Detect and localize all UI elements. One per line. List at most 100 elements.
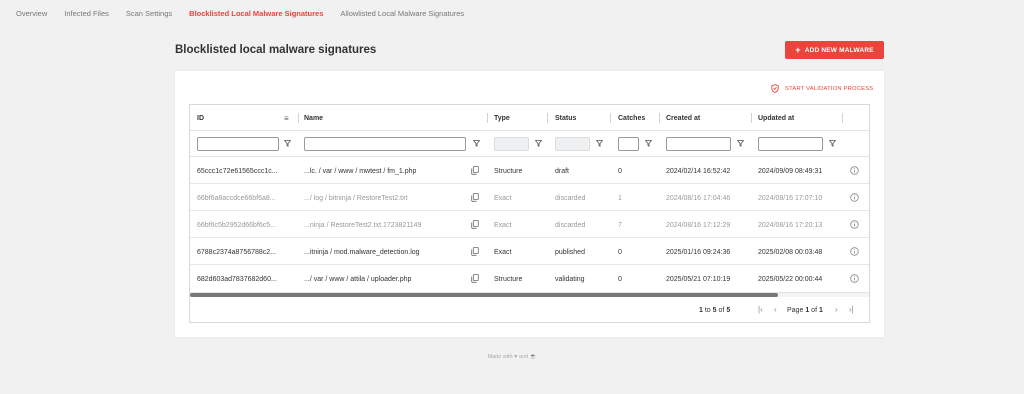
signatures-table: ID ≡ Name Type Status Catches Created at… (189, 104, 870, 323)
name-filter-input[interactable] (304, 137, 466, 151)
type-filter-input (494, 137, 529, 151)
table-row[interactable]: 65ccc1c72e61565ccc1c... ...lc. / var / w… (190, 158, 869, 184)
cell-type: Exact (494, 248, 512, 256)
cell-status: discarded (555, 194, 586, 202)
horizontal-scrollbar[interactable] (190, 292, 869, 297)
copy-icon[interactable] (471, 247, 479, 256)
column-menu-icon[interactable]: ≡ (284, 114, 289, 123)
copy-icon[interactable] (471, 166, 479, 175)
table-row[interactable]: 66bf6c5b2952d66bf6c5... ...ninja / Resto… (190, 212, 869, 238)
footer-text: Made with (487, 354, 513, 360)
cell-created-at: 2025/01/16 09:24:36 (666, 248, 731, 256)
info-icon[interactable] (850, 220, 859, 229)
cell-status: published (555, 248, 585, 256)
cell-created-at: 2024/08/16 17:04:46 (666, 194, 731, 202)
cell-created-at: 2024/02/14 16:52:42 (666, 167, 731, 175)
filter-icon[interactable] (473, 140, 480, 147)
tab-blocklisted-signatures[interactable]: Blocklisted Local Malware Signatures (189, 9, 323, 18)
id-filter-input[interactable] (197, 137, 279, 151)
column-header-status[interactable]: Status (555, 105, 576, 131)
updated-at-filter-input[interactable] (758, 137, 823, 151)
table-row[interactable]: 66bf6a8accdce66bf6a8... .../ log / bitni… (190, 185, 869, 211)
cell-name: ...itninja / mod.malware_detection.log (304, 248, 420, 256)
tab-infected-files[interactable]: Infected Files (64, 9, 109, 18)
catches-filter-input[interactable] (618, 137, 639, 151)
copy-icon[interactable] (471, 193, 479, 202)
cell-name: .../ var / www / attila / uploader.php (304, 275, 412, 283)
copy-icon[interactable] (471, 274, 479, 283)
scrollbar-thumb[interactable] (190, 293, 778, 297)
previous-page-icon[interactable]: ‹ (774, 305, 777, 314)
table-row[interactable]: 682d603ad7837682d60... .../ var / www / … (190, 266, 869, 292)
cell-id: 6788c2374a8756788c2... (197, 248, 277, 256)
cell-catches: 0 (618, 167, 622, 175)
cell-type: Structure (494, 275, 523, 283)
row-range: 1 to 5 of 5 (699, 307, 731, 314)
start-validation-label: START VALIDATION PROCESS (785, 85, 874, 92)
cell-status: discarded (555, 221, 586, 229)
page-title: Blocklisted local malware signatures (175, 44, 377, 56)
next-page-icon[interactable]: › (835, 305, 838, 314)
filter-icon[interactable] (829, 140, 836, 147)
table-row[interactable]: 6788c2374a8756788c2... ...itninja / mod.… (190, 239, 869, 265)
cell-type: Exact (494, 221, 512, 229)
column-header-updated-at[interactable]: Updated at (758, 105, 794, 131)
cell-updated-at: 2025/02/08 00:03:48 (758, 248, 823, 256)
column-header-id[interactable]: ID (197, 105, 204, 131)
cell-updated-at: 2024/09/09 08:49:31 (758, 167, 823, 175)
filter-icon[interactable] (284, 140, 291, 147)
add-new-malware-button[interactable]: + ADD NEW MALWARE (785, 41, 884, 59)
footer: Made with ♥ and ☕ (0, 354, 1024, 360)
cell-type: Exact (494, 194, 512, 202)
column-header-type[interactable]: Type (494, 105, 510, 131)
add-new-malware-label: ADD NEW MALWARE (804, 46, 874, 54)
cell-type: Structure (494, 167, 523, 175)
cell-name: .../ log / bitninja / RestoreTest2.txt (304, 194, 408, 202)
info-icon[interactable] (850, 166, 859, 175)
cell-updated-at: 2025/05/22 00:00:44 (758, 275, 823, 283)
footer-and: and (518, 354, 529, 360)
first-page-icon[interactable]: |‹ (758, 305, 763, 314)
column-header-name[interactable]: Name (304, 105, 323, 131)
info-icon[interactable] (850, 247, 859, 256)
cell-status: draft (555, 167, 570, 175)
filter-icon[interactable] (535, 140, 542, 147)
tab-allowlisted-signatures[interactable]: Allowlisted Local Malware Signatures (340, 9, 464, 18)
table-header: ID ≡ Name Type Status Catches Created at… (190, 105, 869, 131)
cell-status: validating (555, 275, 585, 283)
top-nav: Overview Infected Files Scan Settings Bl… (0, 0, 1024, 26)
column-header-catches[interactable]: Catches (618, 105, 645, 131)
status-filter-input (555, 137, 590, 151)
column-header-created-at[interactable]: Created at (666, 105, 700, 131)
cell-updated-at: 2024/08/16 17:20:13 (758, 221, 823, 229)
tab-scan-settings[interactable]: Scan Settings (126, 9, 172, 18)
start-validation-button[interactable]: START VALIDATION PROCESS (771, 84, 873, 93)
filter-row (190, 132, 869, 157)
cell-catches: 0 (618, 275, 622, 283)
cell-id: 66bf6a8accdce66bf6a8... (197, 194, 276, 202)
cell-id: 65ccc1c72e61565ccc1c... (197, 167, 278, 175)
cell-id: 66bf6c5b2952d66bf6c5... (197, 221, 277, 229)
cell-created-at: 2025/05/21 07:10:19 (666, 275, 731, 283)
cell-catches: 7 (618, 221, 622, 229)
info-icon[interactable] (850, 274, 859, 283)
page-indicator: Page 1 of 1 (787, 307, 823, 314)
copy-icon[interactable] (471, 220, 479, 229)
cell-catches: 0 (618, 248, 622, 256)
filter-icon[interactable] (737, 140, 744, 147)
filter-icon[interactable] (596, 140, 603, 147)
cell-created-at: 2024/08/16 17:12:29 (666, 221, 731, 229)
pagination: 1 to 5 of 5 |‹ ‹ Page 1 of 1 › ›| (190, 298, 869, 323)
created-at-filter-input[interactable] (666, 137, 731, 151)
filter-icon[interactable] (645, 140, 652, 147)
tab-overview[interactable]: Overview (16, 9, 47, 18)
shield-icon (771, 84, 779, 93)
info-icon[interactable] (850, 193, 859, 202)
coffee-icon: ☕ (529, 354, 537, 360)
cell-name: ...ninja / RestoreTest2.txt.1723821149 (304, 221, 422, 229)
last-page-icon[interactable]: ›| (849, 305, 854, 314)
cell-id: 682d603ad7837682d60... (197, 275, 277, 283)
cell-name: ...lc. / var / www / mwtest / fm_1.php (304, 167, 417, 175)
cell-catches: 1 (618, 194, 622, 202)
heart-icon: ♥ (514, 354, 518, 360)
